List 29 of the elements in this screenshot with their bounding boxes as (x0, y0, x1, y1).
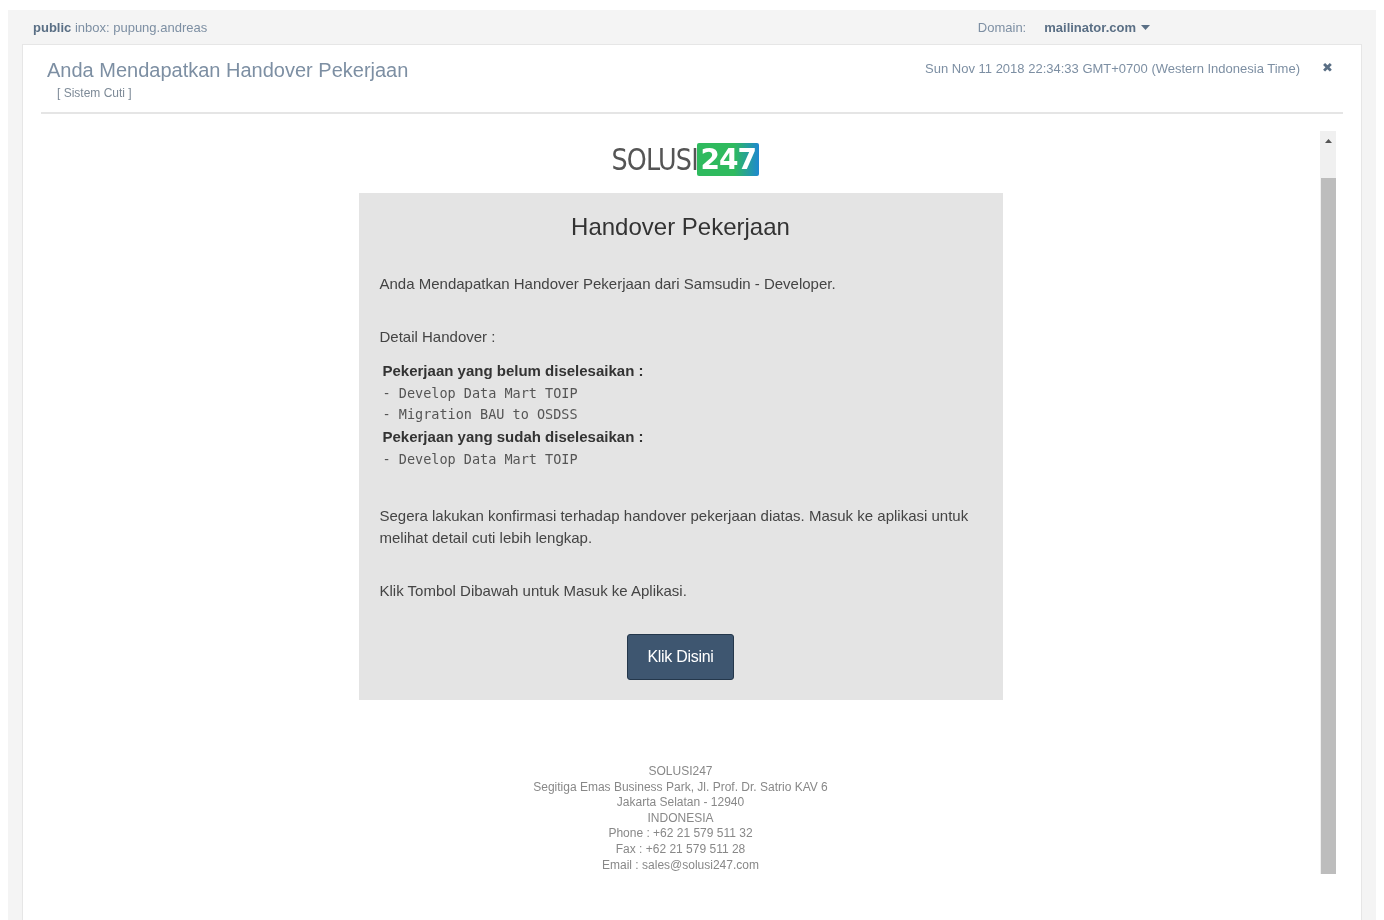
domain-label: Domain: (977, 19, 1027, 35)
scroll-up-icon[interactable] (1324, 139, 1332, 143)
footer-line: Segitiga Emas Business Park, Jl. Prof. Dr. Satrio KAV 6 (533, 779, 828, 796)
body-paragraph: Segera lakukan konfirmasi terhadap handover pekerjaan diatas. Masuk ke aplikasi untuk melihat detail cuti lebih lengkap. (379, 506, 970, 548)
logo-number-badge: 247 (697, 142, 759, 176)
section-title: Pekerjaan yang belum diselesaikan : (381, 361, 645, 381)
task-item: - Develop Data Mart TOIP (381, 384, 579, 403)
detail-label: Detail Handover : (379, 327, 497, 347)
footer-line: Jakarta Selatan - 12940 (615, 795, 746, 811)
caret-icon (1141, 24, 1150, 30)
klik-button[interactable]: Klik Disini (627, 634, 734, 680)
email-heading: Handover Pekerjaan (570, 213, 791, 241)
task-item: - Migration BAU to OSDSS (381, 405, 579, 424)
section-title: Pekerjaan yang sudah diselesaikan : (381, 427, 645, 447)
message-subject: Anda Mendapatkan Handover Pekerjaan (47, 59, 409, 82)
footer-line: SOLUSI247 (647, 764, 714, 780)
footer-line: INDONESIA (646, 810, 715, 827)
logo-text: SOLUSI (611, 141, 698, 177)
domain-dropdown[interactable]: mailinator.com (1044, 19, 1150, 35)
message-date: Sun Nov 11 2018 22:34:33 GMT+0700 (Western Indonesia Time) (925, 60, 1300, 76)
inbox-label: public inbox: pupung.andreas (33, 19, 208, 35)
close-button[interactable]: ✖ (1318, 59, 1337, 76)
sender-label: [ Sistem Cuti ] (57, 86, 133, 100)
task-item: - Develop Data Mart TOIP (381, 450, 579, 469)
footer-line: Email : sales@solusi247.com (601, 857, 760, 874)
footer-line: Phone : +62 21 579 511 32 (607, 826, 754, 842)
footer-line: Fax : +62 21 579 511 28 (614, 841, 747, 858)
intro-text: Anda Mendapatkan Handover Pekerjaan dari Samsudin - Developer. (379, 274, 837, 294)
body-paragraph: Klik Tombol Dibawah untuk Masuk ke Aplikasi. (379, 581, 688, 601)
